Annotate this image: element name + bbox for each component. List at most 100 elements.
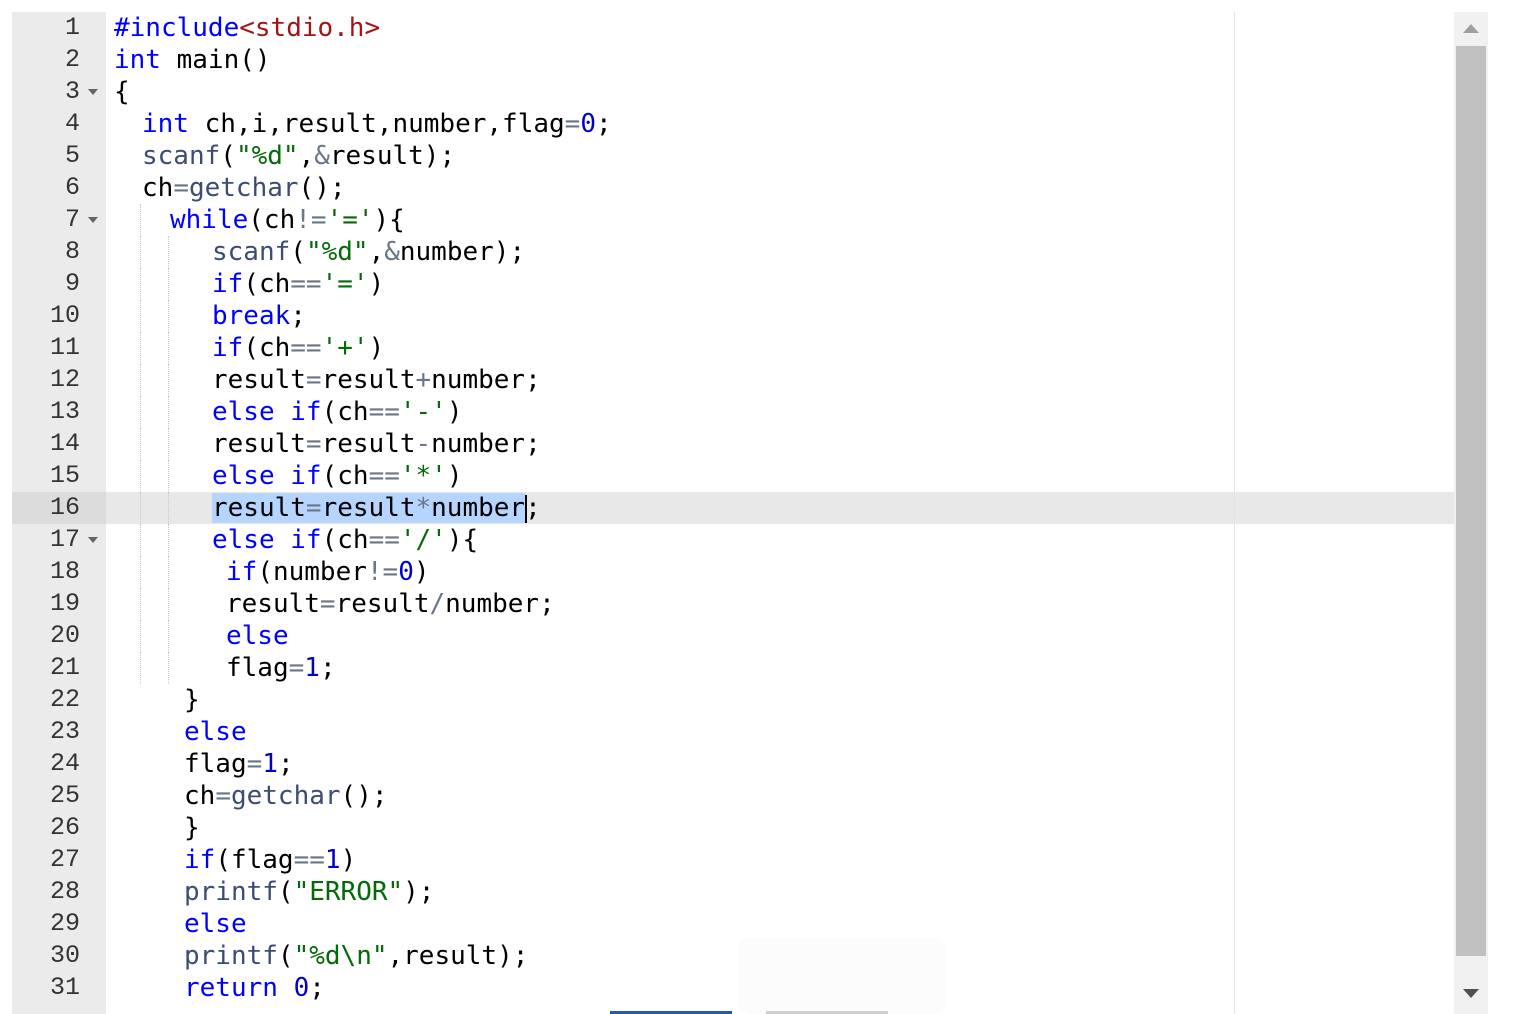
code-text[interactable]: int main() (114, 44, 271, 76)
code-text[interactable]: result=result/number; (226, 588, 555, 620)
code-line[interactable]: 11 if(ch=='+') (12, 332, 1454, 364)
code-text[interactable]: else (184, 908, 247, 940)
code-line[interactable]: 30 printf("%d\n",result); (12, 940, 1454, 972)
code-text[interactable]: result=result+number; (212, 364, 541, 396)
code-line[interactable]: 14 result=result-number; (12, 428, 1454, 460)
code-line[interactable]: 25 ch=getchar(); (12, 780, 1454, 812)
code-text[interactable]: result=result-number; (212, 428, 541, 460)
code-token: (ch (321, 525, 369, 555)
code-line[interactable]: 15 else if(ch=='*') (12, 460, 1454, 492)
indent-guide (140, 268, 141, 300)
code-token: - (415, 429, 432, 459)
code-token: "ERROR" (293, 877, 404, 907)
code-line[interactable]: 2 int main() (12, 44, 1454, 76)
line-number: 22 (49, 685, 80, 714)
code-token: != (366, 557, 399, 587)
code-text[interactable]: else if(ch=='*') (212, 460, 463, 492)
fold-chevron-down-icon[interactable] (88, 217, 98, 223)
code-line[interactable]: 24 flag=1; (12, 748, 1454, 780)
fold-chevron-down-icon[interactable] (88, 537, 98, 543)
indent-guide (140, 300, 141, 332)
code-text[interactable]: if(ch=='=') (212, 268, 384, 300)
code-line[interactable]: 1 #include<stdio.h> (12, 12, 1454, 44)
code-line[interactable]: 13 else if(ch=='-') (12, 396, 1454, 428)
code-line[interactable]: 6 ch=getchar(); (12, 172, 1454, 204)
code-line[interactable]: 18 if(number!=0) (12, 556, 1454, 588)
text-selection[interactable]: result=result*number (212, 493, 526, 523)
indent-guide (168, 588, 169, 620)
code-token: number); (399, 237, 526, 267)
code-line[interactable]: 27 if(flag==1) (12, 844, 1454, 876)
code-line[interactable]: 29 else (12, 908, 1454, 940)
code-text[interactable]: { (114, 76, 130, 108)
code-line[interactable]: 12 result=result+number; (12, 364, 1454, 396)
code-text[interactable]: if(ch=='+') (212, 332, 384, 364)
code-editor[interactable]: 1 #include<stdio.h> 2 int main() 3{4 int ch,i… (12, 12, 1454, 1014)
scrollbar-thumb[interactable] (1456, 46, 1486, 956)
code-text[interactable]: if(number!=0) (226, 556, 430, 588)
code-text[interactable]: scanf("%d",&number); (212, 236, 525, 268)
scroll-down-icon[interactable] (1463, 989, 1479, 998)
code-token: if (290, 397, 322, 427)
code-text[interactable]: int ch,i,result,number,flag=0; (142, 108, 612, 140)
code-token: { (114, 77, 130, 107)
indent-guide (140, 556, 141, 588)
code-line[interactable]: 22} (12, 684, 1454, 716)
code-text[interactable]: } (184, 684, 200, 716)
code-text[interactable]: } (184, 812, 200, 844)
code-token: while (170, 205, 249, 235)
code-text[interactable]: flag=1; (226, 652, 336, 684)
code-text[interactable]: if(flag==1) (184, 844, 356, 876)
code-text[interactable]: flag=1; (184, 748, 294, 780)
code-line[interactable]: 23 else (12, 716, 1454, 748)
code-text[interactable]: #include<stdio.h> (114, 12, 380, 44)
code-line[interactable]: 16 result=result*number; (12, 492, 1454, 524)
floating-action-button[interactable] (738, 938, 946, 1014)
code-text[interactable]: printf("ERROR"); (184, 876, 434, 908)
code-text[interactable]: result=result*number; (212, 492, 541, 524)
code-token: 0 (580, 109, 596, 139)
code-token: getchar (230, 781, 341, 811)
code-line[interactable]: 31 return 0; (12, 972, 1454, 1004)
code-token: '/' (399, 525, 447, 555)
code-line[interactable]: 5 scanf("%d",&result); (12, 140, 1454, 172)
code-line[interactable]: 21 flag=1; (12, 652, 1454, 684)
code-text[interactable]: printf("%d\n",result); (184, 940, 528, 972)
fold-chevron-down-icon[interactable] (88, 89, 98, 95)
line-number: 5 (64, 141, 80, 170)
code-text[interactable]: return 0; (184, 972, 325, 1004)
code-text[interactable]: else (226, 620, 289, 652)
code-line[interactable]: 4 int ch,i,result,number,flag=0; (12, 108, 1454, 140)
code-line[interactable]: 20 else (12, 620, 1454, 652)
code-token: else (212, 397, 275, 427)
scroll-up-icon[interactable] (1463, 24, 1479, 33)
code-text[interactable]: ch=getchar(); (184, 780, 388, 812)
code-line[interactable]: 3{ (12, 76, 1454, 108)
code-line[interactable]: 28 printf("ERROR"); (12, 876, 1454, 908)
code-text[interactable]: while(ch!='='){ (170, 204, 405, 236)
code-token: ,result); (387, 941, 529, 971)
code-token: == (368, 525, 400, 555)
code-text[interactable]: ch=getchar(); (142, 172, 346, 204)
code-token: } (184, 685, 200, 715)
code-line[interactable]: 17 else if(ch=='/'){ (12, 524, 1454, 556)
code-text[interactable]: else if(ch=='/'){ (212, 524, 478, 556)
code-line[interactable]: 7 while(ch!='='){ (12, 204, 1454, 236)
code-line[interactable]: 19 result=result/number; (12, 588, 1454, 620)
code-text[interactable]: else (184, 716, 247, 748)
code-token: == (293, 845, 325, 875)
code-token: else (212, 525, 275, 555)
vertical-scrollbar[interactable] (1454, 12, 1488, 1014)
code-text[interactable]: else if(ch=='-') (212, 396, 463, 428)
code-token: if (290, 461, 322, 491)
code-token: if (212, 333, 244, 363)
code-text[interactable]: break; (212, 300, 306, 332)
code-token: 0 (398, 557, 414, 587)
code-line[interactable]: 10 break; (12, 300, 1454, 332)
code-line[interactable]: 26} (12, 812, 1454, 844)
line-number: 14 (49, 429, 80, 458)
code-line[interactable]: 8 scanf("%d",&number); (12, 236, 1454, 268)
code-line[interactable]: 9 if(ch=='=') (12, 268, 1454, 300)
code-token: '=' (326, 205, 374, 235)
code-text[interactable]: scanf("%d",&result); (142, 140, 455, 172)
